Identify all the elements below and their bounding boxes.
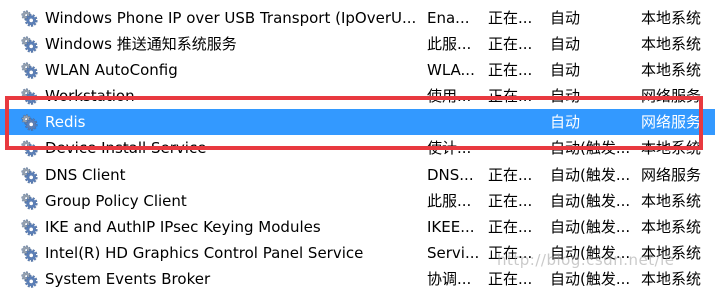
service-logon-as: 网络服务 bbox=[641, 166, 702, 184]
service-name: System Events Broker bbox=[45, 270, 211, 288]
service-row[interactable]: WLAN AutoConfig WLA... 正在... 自动 本地系统 bbox=[0, 57, 715, 83]
gear-icon bbox=[21, 62, 38, 79]
service-startup-type: 自动 bbox=[550, 87, 581, 105]
gear-icon bbox=[21, 219, 38, 236]
gear-icon bbox=[21, 140, 38, 157]
service-name: Intel(R) HD Graphics Control Panel Servi… bbox=[45, 244, 364, 262]
service-status: 正在... bbox=[488, 61, 533, 79]
service-startup-type: 自动(触发... bbox=[550, 139, 631, 157]
service-startup-type: 自动(触发... bbox=[550, 218, 631, 236]
service-logon-as: 网络服务 bbox=[641, 87, 702, 105]
gear-icon bbox=[21, 36, 38, 53]
service-row-selected[interactable]: Redis 自动 网络服务 bbox=[0, 109, 715, 135]
service-row[interactable]: IKE and AuthIP IPsec Keying Modules IKEE… bbox=[0, 214, 715, 240]
service-name: Windows Phone IP over USB Transport (IpO… bbox=[45, 9, 417, 27]
service-logon-as: 本地系统 bbox=[641, 35, 702, 53]
service-logon-as: 本地系统 bbox=[641, 139, 702, 157]
service-row[interactable]: System Events Broker 协调... 正在... 自动(触发..… bbox=[0, 266, 715, 292]
service-logon-as: 本地系统 bbox=[641, 61, 702, 79]
service-startup-type: 自动(触发... bbox=[550, 166, 631, 184]
service-description: 使计... bbox=[427, 139, 472, 157]
service-name: WLAN AutoConfig bbox=[45, 61, 178, 79]
service-name: Redis bbox=[45, 113, 86, 131]
service-description: Servi... bbox=[427, 244, 480, 262]
service-row[interactable]: DNS Client DNS... 正在... 自动(触发... 网络服务 bbox=[0, 162, 715, 188]
service-startup-type: 自动 bbox=[550, 61, 581, 79]
gear-icon bbox=[21, 245, 38, 262]
service-startup-type: 自动 bbox=[550, 9, 581, 27]
gear-icon bbox=[21, 193, 38, 210]
service-description: IKEE... bbox=[427, 218, 475, 236]
service-startup-type: 自动 bbox=[550, 113, 581, 131]
service-status: 正在... bbox=[488, 218, 533, 236]
service-status: 正在... bbox=[488, 35, 533, 53]
service-status: 正在... bbox=[488, 192, 533, 210]
service-description: 使用... bbox=[427, 87, 472, 105]
service-description: WLA... bbox=[427, 61, 475, 79]
service-startup-type: 自动(触发... bbox=[550, 192, 631, 210]
gear-icon bbox=[21, 10, 38, 27]
service-name: Device Install Service bbox=[45, 139, 207, 157]
service-row[interactable]: Group Policy Client 此服... 正在... 自动(触发...… bbox=[0, 188, 715, 214]
service-logon-as: 本地系统 bbox=[641, 218, 702, 236]
service-description: DNS... bbox=[427, 166, 474, 184]
watermark-text: http://blog.csdn.net/ie bbox=[497, 251, 675, 269]
service-row[interactable]: Device Install Service 使计... 自动(触发... 本地… bbox=[0, 135, 715, 161]
gear-icon bbox=[21, 114, 38, 131]
service-logon-as: 本地系统 bbox=[641, 270, 702, 288]
service-description: 此服... bbox=[427, 192, 472, 210]
service-name: IKE and AuthIP IPsec Keying Modules bbox=[45, 218, 321, 236]
service-description: 此服... bbox=[427, 35, 472, 53]
service-status: 正在... bbox=[488, 270, 533, 288]
gear-icon bbox=[21, 167, 38, 184]
gear-icon bbox=[21, 88, 38, 105]
service-status: 正在... bbox=[488, 166, 533, 184]
service-name: Windows 推送通知系统服务 bbox=[45, 35, 237, 53]
service-startup-type: 自动 bbox=[550, 35, 581, 53]
service-status: 正在... bbox=[488, 9, 533, 27]
service-logon-as: 网络服务 bbox=[641, 113, 702, 131]
service-name: Workstation bbox=[45, 87, 135, 105]
service-name: DNS Client bbox=[45, 166, 126, 184]
service-description: Ena... bbox=[427, 9, 470, 27]
service-startup-type: 自动(触发... bbox=[550, 270, 631, 288]
service-row[interactable]: Workstation 使用... 正在... 自动 网络服务 bbox=[0, 83, 715, 109]
service-row[interactable]: Windows Phone IP over USB Transport (IpO… bbox=[0, 5, 715, 31]
service-logon-as: 本地系统 bbox=[641, 192, 702, 210]
gear-icon bbox=[21, 271, 38, 288]
service-status: 正在... bbox=[488, 87, 533, 105]
service-logon-as: 本地系统 bbox=[641, 9, 702, 27]
service-name: Group Policy Client bbox=[45, 192, 187, 210]
service-row[interactable]: Windows 推送通知系统服务 此服... 正在... 自动 本地系统 bbox=[0, 31, 715, 57]
service-description: 协调... bbox=[427, 270, 472, 288]
